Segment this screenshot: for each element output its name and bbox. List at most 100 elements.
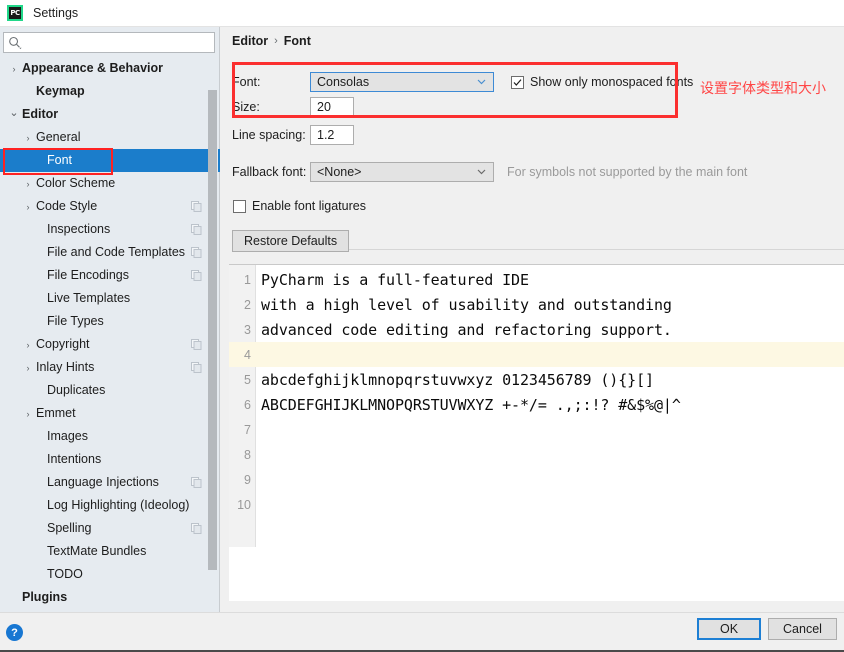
preview-line[interactable]: 2 with a high level of usability and outs… [229,292,844,317]
sidebar-item-label: Spelling [47,521,92,536]
settings-dialog: PC Settings ›Appearance & Behavior›Keyma… [0,0,844,652]
sidebar-item-font[interactable]: ›Font [0,148,220,175]
show-monospaced-checkbox[interactable]: Show only monospaced fonts [511,75,693,89]
sidebar-item-intentions[interactable]: ›Intentions [0,448,220,471]
window-title: Settings [33,6,79,20]
sidebar-item-todo[interactable]: ›TODO [0,563,220,586]
font-family-dropdown[interactable]: Consolas [310,72,494,92]
preview-line[interactable]: 10 [229,492,844,517]
sidebar-item-label: Language Injections [47,475,159,490]
settings-tree[interactable]: ›Appearance & Behavior›Keymap⌄Editor›Gen… [0,57,220,612]
size-label: Size: [232,100,260,114]
sidebar-item-label: Emmet [36,406,76,421]
sidebar-item-general[interactable]: › General [0,126,220,149]
preview-line[interactable]: 8 [229,442,844,467]
chevron-down-icon [477,79,486,85]
fallback-font-dropdown[interactable]: <None> [310,162,494,182]
sidebar-item-file-and-code-templates[interactable]: ›File and Code Templates [0,241,220,264]
search-input[interactable] [3,32,215,53]
copy-icon [191,247,202,258]
sidebar-item-label: File and Code Templates [47,245,186,260]
sidebar-item-textmate-bundles[interactable]: ›TextMate Bundles [0,540,220,563]
sidebar-item-log-highlighting-ideolog[interactable]: ›Log Highlighting (Ideolog) [0,494,220,517]
search-box[interactable] [3,32,215,53]
font-preview-editor[interactable]: 1 PyCharm is a full-featured IDE 2 with a h… [229,264,844,601]
help-icon[interactable]: ? [6,624,23,641]
chevron-down-icon[interactable]: ⌄ [8,107,20,119]
sidebar-item-live-templates[interactable]: ›Live Templates [0,287,220,310]
chevron-right-icon[interactable]: › [22,201,34,213]
size-input[interactable]: 20 [310,97,354,117]
sidebar-item-duplicates[interactable]: ›Duplicates [0,379,220,402]
chevron-right-icon[interactable]: › [22,132,34,144]
preview-line[interactable]: 5 abcdefghijklmnopqrstuvwxyz 0123456789 (… [229,367,844,392]
fallback-font-value: <None> [317,165,362,179]
restore-defaults-button[interactable]: Restore Defaults [232,230,350,252]
line-spacing-input[interactable]: 1.2 [310,125,354,145]
sidebar-item-inspections[interactable]: ›Inspections [0,218,220,241]
sidebar-item-label: TextMate Bundles [47,544,147,559]
chevron-right-icon[interactable]: › [22,339,34,351]
cancel-button[interactable]: Cancel [768,618,837,640]
sidebar-item-inlay-hints[interactable]: › Inlay Hints [0,356,220,379]
sidebar-item-file-types[interactable]: ›File Types [0,310,220,333]
sidebar-item-label: TODO [47,567,83,582]
font-label: Font: [232,75,261,89]
copy-icon [191,477,202,488]
fallback-font-label: Fallback font: [232,165,307,179]
line-spacing-row: Line spacing: 1.2 [232,125,354,145]
sidebar-item-editor[interactable]: ⌄ Editor [0,103,220,126]
chevron-right-icon[interactable]: › [22,362,34,374]
breadcrumb-parent[interactable]: Editor [232,34,268,48]
sidebar-item-emmet[interactable]: › Emmet [0,402,220,425]
enable-ligatures-checkbox[interactable]: Enable font ligatures [233,199,366,213]
sidebar-item-label: Copyright [36,337,90,352]
line-number: 9 [244,472,251,487]
breadcrumb-current: Font [283,34,311,48]
sidebar-item-file-encodings[interactable]: ›File Encodings [0,264,220,287]
sidebar-item-label: Keymap [36,84,85,99]
chevron-right-icon[interactable]: › [22,408,34,420]
line-number: 5 [244,372,251,387]
sidebar-scrollbar-track[interactable] [208,57,218,609]
title-bar: PC Settings [0,0,844,27]
preview-line[interactable]: 4 [229,342,844,367]
copy-icon [191,362,202,373]
sidebar-item-appearance-behavior[interactable]: › Appearance & Behavior [0,57,220,80]
line-spacing-label: Line spacing: [232,128,306,142]
line-number: 6 [244,397,251,412]
preview-line[interactable]: 1 PyCharm is a full-featured IDE [229,267,844,292]
preview-line[interactable]: 7 [229,417,844,442]
show-monospaced-label: Show only monospaced fonts [530,75,694,89]
preview-line[interactable]: 9 [229,467,844,492]
line-number: 8 [244,447,251,462]
line-number: 7 [244,422,251,437]
sidebar-item-color-scheme[interactable]: › Color Scheme [0,172,220,195]
sidebar-item-code-style[interactable]: › Code Style [0,195,220,218]
preview-line[interactable]: 3 advanced code editing and refactoring s… [229,317,844,342]
sidebar-item-label: Duplicates [47,383,106,398]
sidebar-item-label: File Encodings [47,268,129,283]
font-family-value: Consolas [317,75,370,89]
sidebar-item-label: Log Highlighting (Ideolog) [47,498,190,513]
sidebar-item-copyright[interactable]: › Copyright [0,333,220,356]
preview-line[interactable]: 6 ABCDEFGHIJKLMNOPQRSTUVWXYZ +-*/= .,;:!?… [229,392,844,417]
chevron-down-icon [477,169,486,175]
sidebar-scrollbar-thumb[interactable] [208,90,217,570]
sidebar-item-label: Live Templates [47,291,131,306]
copy-icon [191,201,202,212]
sidebar-item-plugins[interactable]: ›Plugins [0,586,220,609]
preview-code-body: 1 PyCharm is a full-featured IDE 2 with a h… [229,267,844,517]
sidebar-item-label: Editor [22,107,59,122]
chevron-right-icon[interactable]: › [8,63,20,75]
pycharm-icon: PC [7,5,23,21]
line-text: with a high level of usability and outst… [261,295,672,314]
ok-button[interactable]: OK [697,618,761,640]
sidebar-item-images[interactable]: ›Images [0,425,220,448]
chevron-right-icon[interactable]: › [22,178,34,190]
sidebar-item-keymap[interactable]: ›Keymap [0,80,220,103]
line-number: 2 [244,297,251,312]
copy-icon [191,339,202,350]
sidebar-item-spelling[interactable]: ›Spelling [0,517,220,540]
sidebar-item-language-injections[interactable]: ›Language Injections [0,471,220,494]
